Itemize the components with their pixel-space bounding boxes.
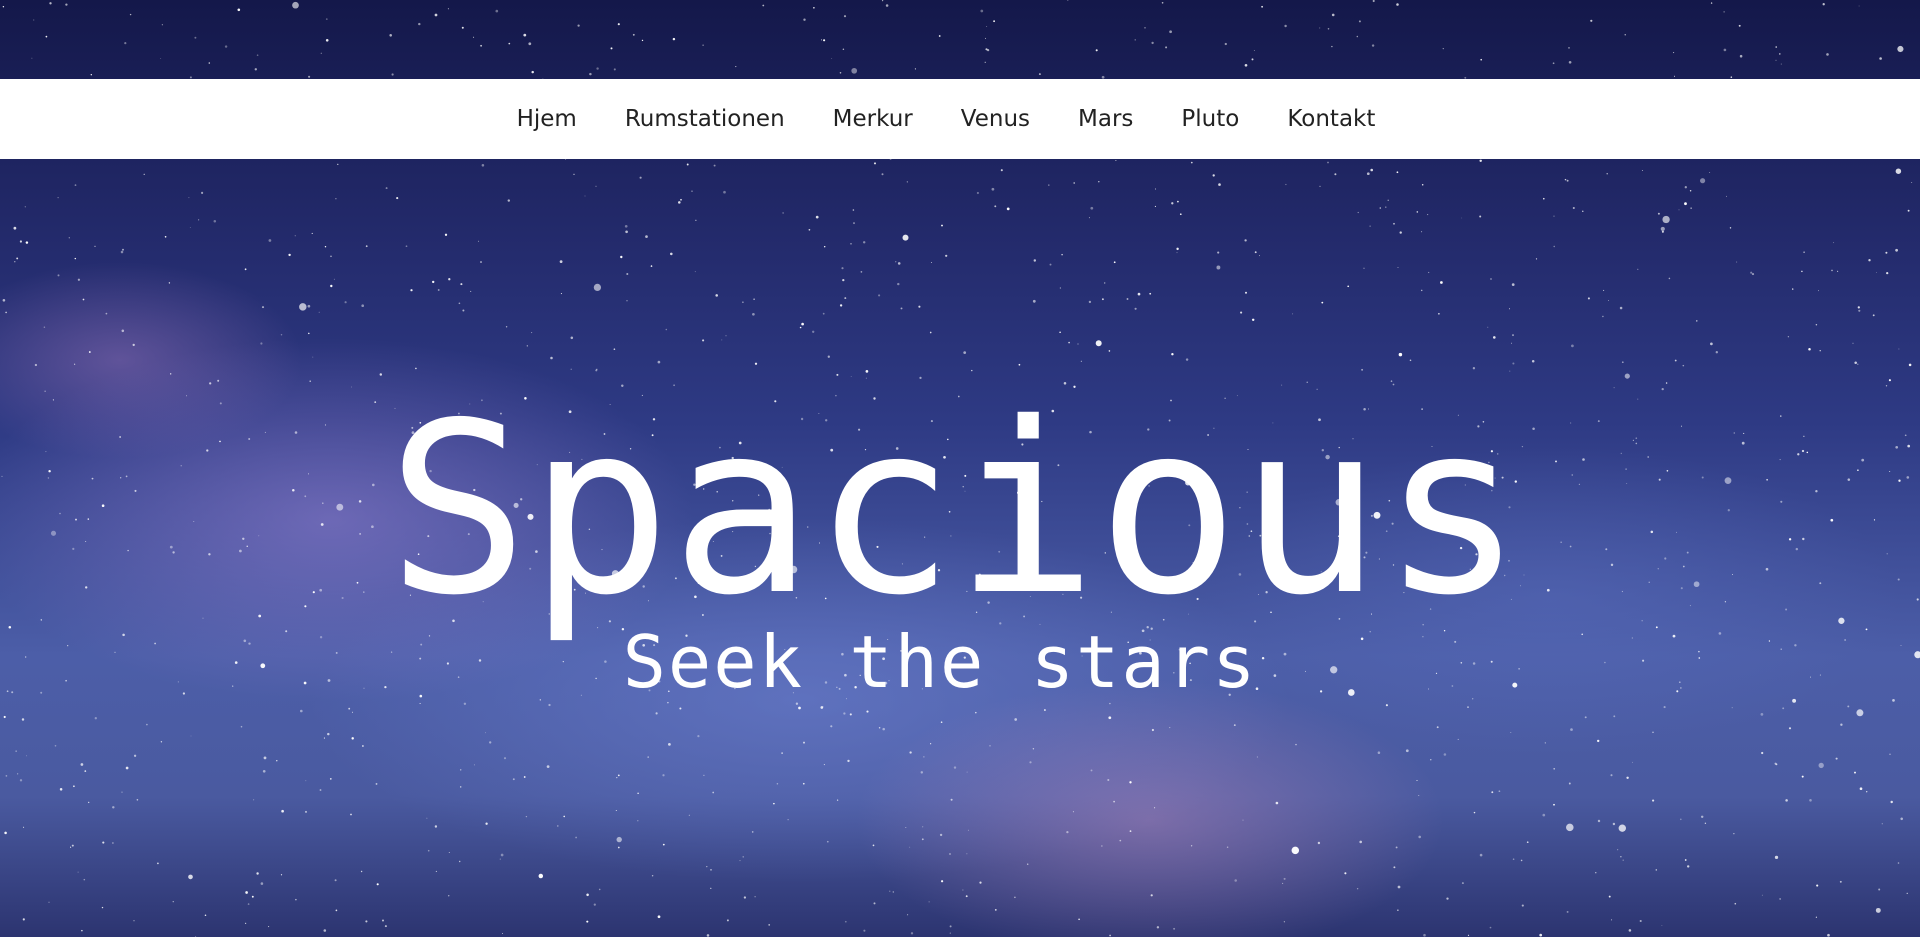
nav-list: Hjem Rumstationen Merkur Venus Mars Plut…: [493, 106, 1400, 132]
nav-item-rumstationen[interactable]: Rumstationen: [625, 106, 785, 132]
hero-subtitle: Seek the stars: [622, 620, 1258, 704]
nav-item-pluto[interactable]: Pluto: [1181, 106, 1239, 132]
main-navigation: Hjem Rumstationen Merkur Venus Mars Plut…: [0, 79, 1920, 159]
page-bottom-edge: [0, 937, 1920, 941]
nav-item-hjem[interactable]: Hjem: [517, 106, 577, 132]
nav-item-kontakt[interactable]: Kontakt: [1287, 106, 1375, 132]
nav-item-mars[interactable]: Mars: [1078, 106, 1133, 132]
hero-title: Spacious: [386, 372, 1524, 647]
hero-title-wrapper: Spacious: [0, 390, 1920, 630]
nav-item-merkur[interactable]: Merkur: [833, 106, 913, 132]
nav-item-venus[interactable]: Venus: [961, 106, 1030, 132]
